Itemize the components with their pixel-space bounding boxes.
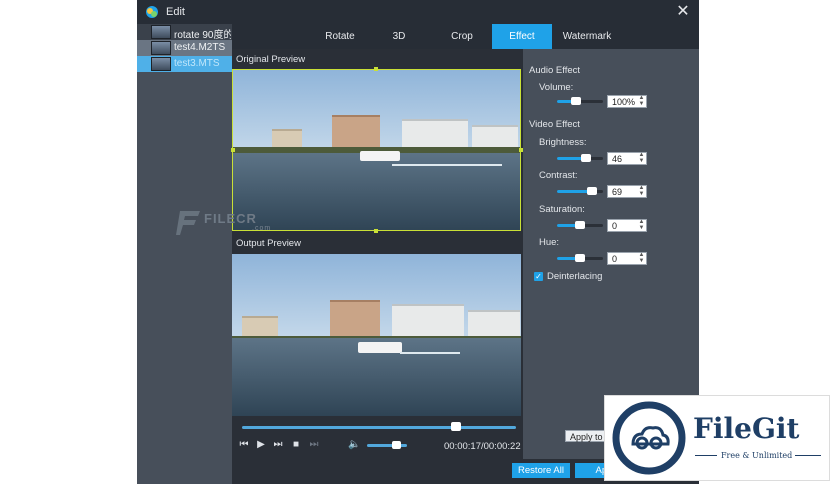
time-readout: 00:00:17/00:00:22 (444, 441, 521, 452)
filecr-sub: .com (252, 225, 272, 232)
tab-bar: Rotate 3D Crop Effect Watermark (232, 24, 699, 49)
contrast-slider[interactable] (557, 185, 603, 197)
skip-back-icon[interactable]: ⏮ (238, 439, 250, 451)
contrast-field[interactable]: 69 ▲ ▼ (607, 185, 647, 198)
deinterlacing-label: Deinterlacing (547, 271, 603, 282)
playback-progress-knob[interactable] (450, 422, 461, 431)
brightness-slider[interactable] (557, 152, 603, 164)
divider (695, 455, 717, 456)
play-icon[interactable]: ▶ (255, 439, 267, 451)
filegit-logo-icon (612, 401, 686, 475)
volume-label: Volume: (539, 82, 574, 93)
hue-slider[interactable] (557, 252, 603, 264)
deinterlacing-checkbox[interactable]: ✓ (534, 272, 543, 281)
filecr-text: FILECR (204, 211, 257, 226)
volume-field[interactable]: 100% ▲ ▼ (607, 95, 647, 108)
audio-effect-heading: Audio Effect (529, 65, 581, 76)
tab-effect[interactable]: Effect (492, 24, 552, 49)
video-thumbnail (151, 25, 171, 39)
hue-field[interactable]: 0 ▲ ▼ (607, 252, 647, 265)
file-item[interactable]: test4.M2TS (137, 40, 232, 56)
crop-handle[interactable] (374, 229, 378, 233)
crop-frame[interactable] (232, 69, 521, 231)
app-logo-icon (146, 6, 158, 18)
spin-arrows-icon[interactable]: ▲ ▼ (638, 95, 645, 107)
saturation-field[interactable]: 0 ▲ ▼ (607, 219, 647, 232)
hue-label: Hue: (539, 237, 560, 248)
file-name: rotate 90度的... (174, 30, 231, 41)
audio-volume-slider[interactable] (557, 95, 603, 107)
volume-slider[interactable] (367, 444, 407, 447)
output-video (232, 254, 521, 416)
spin-arrows-icon[interactable]: ▲ ▼ (638, 219, 645, 231)
close-icon[interactable]: ✕ (675, 4, 691, 20)
restore-all-button[interactable]: Restore All (512, 463, 570, 478)
spin-arrows-icon[interactable]: ▲ ▼ (638, 152, 645, 164)
brightness-label: Brightness: (539, 137, 587, 148)
original-preview-label: Original Preview (236, 54, 306, 65)
tab-crop[interactable]: Crop (432, 24, 492, 49)
hue-value: 0 (612, 254, 618, 264)
filegit-tagline: Free & Unlimited (721, 451, 793, 460)
output-preview-label: Output Preview (236, 238, 301, 249)
tab-3d[interactable]: 3D (372, 24, 426, 49)
saturation-label: Saturation: (539, 204, 585, 215)
video-thumbnail (151, 57, 171, 71)
speaker-icon[interactable]: 🔈 (348, 439, 360, 451)
window-title: Edit (166, 6, 185, 18)
fast-forward-icon[interactable]: ⏭ (272, 439, 284, 451)
filegit-name: FileGit (693, 412, 800, 445)
next-frame-icon[interactable]: ⏭ (308, 439, 320, 451)
video-effect-heading: Video Effect (529, 119, 580, 130)
volume-value: 100% (612, 97, 636, 107)
video-thumbnail (151, 41, 171, 55)
preview-area: Original Preview Output Preview ⏮ ▶ ⏭ ■ … (231, 49, 523, 484)
contrast-label: Contrast: (539, 170, 578, 181)
title-bar: Edit ✕ (137, 0, 699, 24)
spin-arrows-icon[interactable]: ▲ ▼ (638, 185, 645, 197)
file-item[interactable]: rotate 90度的... (137, 24, 232, 41)
crop-handle[interactable] (374, 67, 378, 71)
volume-slider-knob[interactable] (391, 441, 401, 449)
crop-handle[interactable] (231, 148, 235, 152)
filegit-watermark: FileGit Free & Unlimited (604, 395, 830, 481)
brightness-value: 46 (612, 154, 623, 164)
apply-to-all-button[interactable]: Apply to (565, 430, 608, 442)
saturation-slider[interactable] (557, 219, 603, 231)
stop-icon[interactable]: ■ (290, 439, 302, 451)
filecr-logo-icon (176, 211, 200, 235)
contrast-value: 69 (612, 187, 623, 197)
brightness-field[interactable]: 46 ▲ ▼ (607, 152, 647, 165)
file-item-selected[interactable]: test3.MTS (137, 56, 232, 72)
file-name: test4.M2TS (174, 42, 226, 53)
divider (795, 455, 821, 456)
file-name: test3.MTS (174, 58, 220, 69)
tab-watermark[interactable]: Watermark (554, 24, 620, 49)
spin-arrows-icon[interactable]: ▲ ▼ (638, 252, 645, 264)
saturation-value: 0 (612, 221, 618, 231)
playback-progress[interactable] (242, 426, 516, 429)
file-list: rotate 90度的... test4.M2TS test3.MTS (137, 24, 232, 484)
tab-rotate[interactable]: Rotate (310, 24, 370, 49)
